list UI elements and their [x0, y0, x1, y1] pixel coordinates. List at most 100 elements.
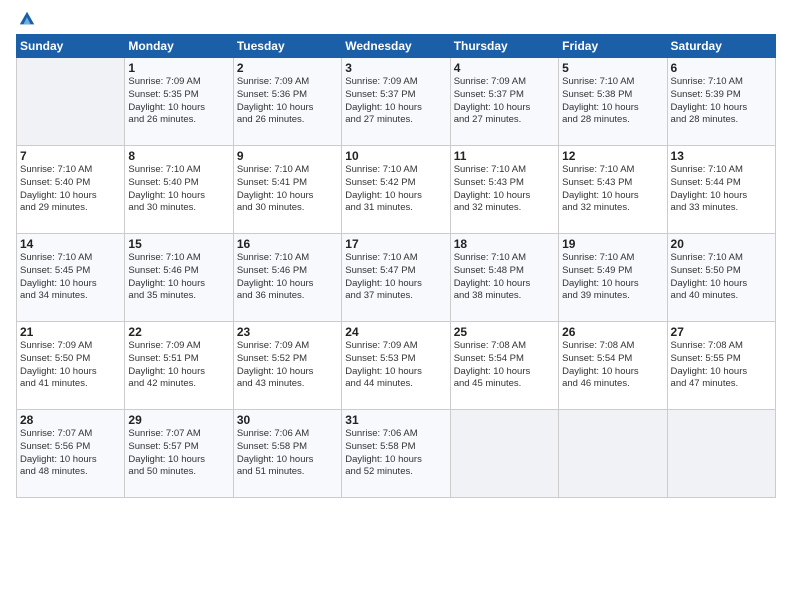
day-info: Sunrise: 7:08 AMSunset: 5:55 PMDaylight:…	[671, 340, 772, 391]
day-number: 22	[128, 325, 229, 339]
day-cell: 25Sunrise: 7:08 AMSunset: 5:54 PMDayligh…	[450, 322, 558, 410]
day-cell: 26Sunrise: 7:08 AMSunset: 5:54 PMDayligh…	[559, 322, 667, 410]
day-info: Sunrise: 7:09 AMSunset: 5:50 PMDaylight:…	[20, 340, 121, 391]
day-number: 2	[237, 61, 338, 75]
day-number: 21	[20, 325, 121, 339]
day-cell: 16Sunrise: 7:10 AMSunset: 5:46 PMDayligh…	[233, 234, 341, 322]
day-cell: 31Sunrise: 7:06 AMSunset: 5:58 PMDayligh…	[342, 410, 450, 498]
day-cell: 18Sunrise: 7:10 AMSunset: 5:48 PMDayligh…	[450, 234, 558, 322]
day-cell	[559, 410, 667, 498]
day-number: 26	[562, 325, 663, 339]
day-info: Sunrise: 7:09 AMSunset: 5:52 PMDaylight:…	[237, 340, 338, 391]
day-cell: 12Sunrise: 7:10 AMSunset: 5:43 PMDayligh…	[559, 146, 667, 234]
day-number: 30	[237, 413, 338, 427]
calendar-table: SundayMondayTuesdayWednesdayThursdayFrid…	[16, 34, 776, 498]
day-number: 20	[671, 237, 772, 251]
week-row-5: 28Sunrise: 7:07 AMSunset: 5:56 PMDayligh…	[17, 410, 776, 498]
day-number: 10	[345, 149, 446, 163]
header	[16, 10, 776, 28]
day-number: 11	[454, 149, 555, 163]
day-cell: 24Sunrise: 7:09 AMSunset: 5:53 PMDayligh…	[342, 322, 450, 410]
day-cell: 30Sunrise: 7:06 AMSunset: 5:58 PMDayligh…	[233, 410, 341, 498]
day-number: 24	[345, 325, 446, 339]
logo-icon	[18, 10, 36, 28]
day-number: 18	[454, 237, 555, 251]
day-number: 15	[128, 237, 229, 251]
day-cell	[450, 410, 558, 498]
day-cell: 23Sunrise: 7:09 AMSunset: 5:52 PMDayligh…	[233, 322, 341, 410]
col-header-friday: Friday	[559, 35, 667, 58]
day-number: 25	[454, 325, 555, 339]
day-cell: 15Sunrise: 7:10 AMSunset: 5:46 PMDayligh…	[125, 234, 233, 322]
day-cell: 17Sunrise: 7:10 AMSunset: 5:47 PMDayligh…	[342, 234, 450, 322]
day-info: Sunrise: 7:10 AMSunset: 5:43 PMDaylight:…	[562, 164, 663, 215]
day-info: Sunrise: 7:09 AMSunset: 5:37 PMDaylight:…	[454, 76, 555, 127]
day-info: Sunrise: 7:10 AMSunset: 5:49 PMDaylight:…	[562, 252, 663, 303]
day-info: Sunrise: 7:10 AMSunset: 5:45 PMDaylight:…	[20, 252, 121, 303]
day-cell: 14Sunrise: 7:10 AMSunset: 5:45 PMDayligh…	[17, 234, 125, 322]
day-cell: 11Sunrise: 7:10 AMSunset: 5:43 PMDayligh…	[450, 146, 558, 234]
day-info: Sunrise: 7:10 AMSunset: 5:39 PMDaylight:…	[671, 76, 772, 127]
day-number: 4	[454, 61, 555, 75]
day-info: Sunrise: 7:09 AMSunset: 5:36 PMDaylight:…	[237, 76, 338, 127]
main-container: SundayMondayTuesdayWednesdayThursdayFrid…	[0, 0, 792, 508]
week-row-4: 21Sunrise: 7:09 AMSunset: 5:50 PMDayligh…	[17, 322, 776, 410]
day-number: 28	[20, 413, 121, 427]
day-info: Sunrise: 7:10 AMSunset: 5:40 PMDaylight:…	[128, 164, 229, 215]
col-header-wednesday: Wednesday	[342, 35, 450, 58]
col-header-thursday: Thursday	[450, 35, 558, 58]
day-number: 14	[20, 237, 121, 251]
week-row-2: 7Sunrise: 7:10 AMSunset: 5:40 PMDaylight…	[17, 146, 776, 234]
day-number: 12	[562, 149, 663, 163]
day-cell: 8Sunrise: 7:10 AMSunset: 5:40 PMDaylight…	[125, 146, 233, 234]
day-info: Sunrise: 7:10 AMSunset: 5:46 PMDaylight:…	[237, 252, 338, 303]
col-header-monday: Monday	[125, 35, 233, 58]
day-info: Sunrise: 7:09 AMSunset: 5:35 PMDaylight:…	[128, 76, 229, 127]
day-number: 13	[671, 149, 772, 163]
day-number: 5	[562, 61, 663, 75]
day-number: 1	[128, 61, 229, 75]
day-info: Sunrise: 7:09 AMSunset: 5:37 PMDaylight:…	[345, 76, 446, 127]
day-info: Sunrise: 7:07 AMSunset: 5:56 PMDaylight:…	[20, 428, 121, 479]
week-row-3: 14Sunrise: 7:10 AMSunset: 5:45 PMDayligh…	[17, 234, 776, 322]
day-cell	[667, 410, 775, 498]
day-number: 6	[671, 61, 772, 75]
day-number: 17	[345, 237, 446, 251]
day-number: 16	[237, 237, 338, 251]
day-number: 7	[20, 149, 121, 163]
day-info: Sunrise: 7:06 AMSunset: 5:58 PMDaylight:…	[345, 428, 446, 479]
day-info: Sunrise: 7:06 AMSunset: 5:58 PMDaylight:…	[237, 428, 338, 479]
day-cell: 9Sunrise: 7:10 AMSunset: 5:41 PMDaylight…	[233, 146, 341, 234]
day-cell: 1Sunrise: 7:09 AMSunset: 5:35 PMDaylight…	[125, 58, 233, 146]
day-info: Sunrise: 7:10 AMSunset: 5:43 PMDaylight:…	[454, 164, 555, 215]
day-number: 23	[237, 325, 338, 339]
day-info: Sunrise: 7:10 AMSunset: 5:47 PMDaylight:…	[345, 252, 446, 303]
day-cell: 27Sunrise: 7:08 AMSunset: 5:55 PMDayligh…	[667, 322, 775, 410]
day-cell	[17, 58, 125, 146]
day-cell: 7Sunrise: 7:10 AMSunset: 5:40 PMDaylight…	[17, 146, 125, 234]
day-cell: 6Sunrise: 7:10 AMSunset: 5:39 PMDaylight…	[667, 58, 775, 146]
day-info: Sunrise: 7:07 AMSunset: 5:57 PMDaylight:…	[128, 428, 229, 479]
logo	[16, 10, 36, 28]
day-cell: 2Sunrise: 7:09 AMSunset: 5:36 PMDaylight…	[233, 58, 341, 146]
day-info: Sunrise: 7:10 AMSunset: 5:46 PMDaylight:…	[128, 252, 229, 303]
day-cell: 20Sunrise: 7:10 AMSunset: 5:50 PMDayligh…	[667, 234, 775, 322]
day-info: Sunrise: 7:10 AMSunset: 5:40 PMDaylight:…	[20, 164, 121, 215]
day-cell: 3Sunrise: 7:09 AMSunset: 5:37 PMDaylight…	[342, 58, 450, 146]
day-cell: 28Sunrise: 7:07 AMSunset: 5:56 PMDayligh…	[17, 410, 125, 498]
day-info: Sunrise: 7:10 AMSunset: 5:38 PMDaylight:…	[562, 76, 663, 127]
day-info: Sunrise: 7:08 AMSunset: 5:54 PMDaylight:…	[454, 340, 555, 391]
day-info: Sunrise: 7:08 AMSunset: 5:54 PMDaylight:…	[562, 340, 663, 391]
day-info: Sunrise: 7:10 AMSunset: 5:41 PMDaylight:…	[237, 164, 338, 215]
day-number: 8	[128, 149, 229, 163]
day-info: Sunrise: 7:10 AMSunset: 5:44 PMDaylight:…	[671, 164, 772, 215]
col-header-tuesday: Tuesday	[233, 35, 341, 58]
day-number: 3	[345, 61, 446, 75]
header-row: SundayMondayTuesdayWednesdayThursdayFrid…	[17, 35, 776, 58]
day-cell: 22Sunrise: 7:09 AMSunset: 5:51 PMDayligh…	[125, 322, 233, 410]
day-cell: 29Sunrise: 7:07 AMSunset: 5:57 PMDayligh…	[125, 410, 233, 498]
day-cell: 21Sunrise: 7:09 AMSunset: 5:50 PMDayligh…	[17, 322, 125, 410]
day-cell: 4Sunrise: 7:09 AMSunset: 5:37 PMDaylight…	[450, 58, 558, 146]
day-number: 9	[237, 149, 338, 163]
day-info: Sunrise: 7:09 AMSunset: 5:53 PMDaylight:…	[345, 340, 446, 391]
